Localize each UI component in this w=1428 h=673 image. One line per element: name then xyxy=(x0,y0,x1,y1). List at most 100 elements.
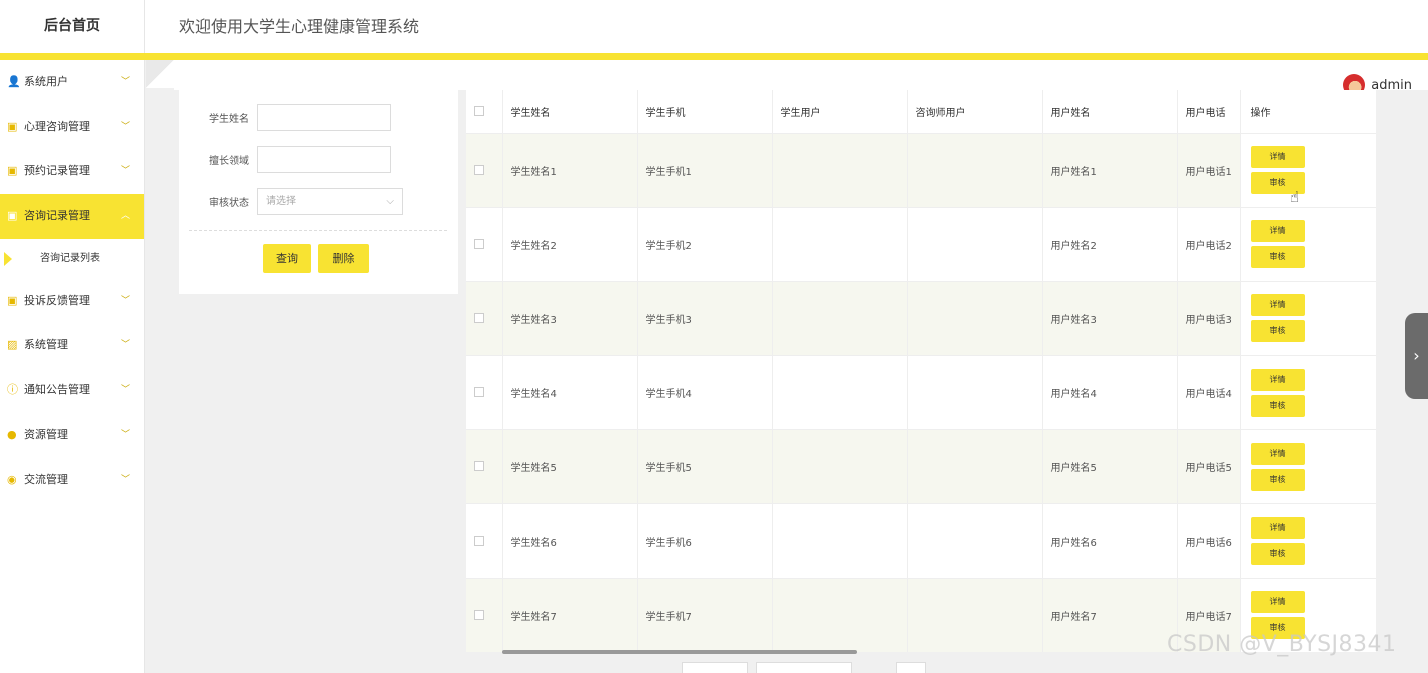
row-checkbox[interactable] xyxy=(474,461,484,472)
detail-button[interactable]: 详情 xyxy=(1250,146,1305,169)
table-cell: 学生姓名6 xyxy=(502,503,638,579)
page-size-select[interactable] xyxy=(682,662,748,673)
sidebar-toggle-corner[interactable] xyxy=(146,60,174,88)
table-cell: 用户电话1 xyxy=(1177,133,1241,208)
review-button[interactable]: 审核 xyxy=(1250,394,1305,417)
actions-cell: 详情 审核 xyxy=(1240,429,1376,505)
table-row: 学生姓名6 学生手机6 用户姓名6 用户电话6 详情 审核 xyxy=(466,503,1376,579)
chevron-down-icon: ﹀ xyxy=(120,77,130,87)
expertise-label: 擅长领域 xyxy=(209,155,249,167)
chat-icon: ◉ xyxy=(7,472,17,486)
user-icon: 👤 xyxy=(7,75,21,88)
review-status-select[interactable]: 请选择 ⌵ xyxy=(257,187,403,215)
review-button[interactable]: 审核 xyxy=(1250,246,1305,269)
table-row: 学生姓名1 学生手机1 用户姓名1 用户电话1 详情 审核 xyxy=(466,133,1376,208)
table-header-row: 学生姓名 学生手机 学生用户 咨询师用户 用户姓名 用户电话 操作 xyxy=(466,90,1376,134)
expertise-input[interactable] xyxy=(257,145,391,173)
chevron-down-icon: ⌵ xyxy=(386,195,394,207)
detail-button[interactable]: 详情 xyxy=(1250,517,1305,540)
detail-button[interactable]: 详情 xyxy=(1250,368,1305,391)
table-cell xyxy=(772,429,908,505)
sidebar-item[interactable]: ● 资源管理 ﹀ xyxy=(0,413,144,458)
query-button[interactable]: 查询 xyxy=(263,244,311,273)
review-button[interactable]: 审核 xyxy=(1250,468,1305,491)
detail-button[interactable]: 详情 xyxy=(1250,220,1305,243)
row-select-cell xyxy=(466,429,503,505)
table-cell: 用户姓名4 xyxy=(1042,355,1178,431)
caret-right-icon xyxy=(4,251,12,266)
table-cell: 学生手机5 xyxy=(637,429,773,505)
table-row: 学生姓名4 学生手机4 用户姓名4 用户电话4 详情 审核 xyxy=(466,355,1376,431)
detail-button[interactable]: 详情 xyxy=(1250,591,1305,614)
row-checkbox[interactable] xyxy=(474,535,484,546)
pagination xyxy=(640,662,926,673)
table-cell: 学生姓名2 xyxy=(502,207,638,282)
sidebar-subitem[interactable]: 咨询记录列表 xyxy=(0,239,144,279)
sidebar-item-label: 咨询记录管理 xyxy=(24,209,90,223)
sidebar-item[interactable]: ▣ 投诉反馈管理 ﹀ xyxy=(0,279,144,324)
sidebar-item-label: 系统管理 xyxy=(24,338,68,352)
sidebar-item[interactable]: ▣ 心理咨询管理 ﹀ xyxy=(0,105,144,150)
column-header: 操作 xyxy=(1240,90,1376,134)
sidebar-item[interactable]: ▨ 系统管理 ﹀ xyxy=(0,323,144,368)
review-button[interactable]: 审核 xyxy=(1250,543,1305,566)
sidebar-item-label: 预约记录管理 xyxy=(24,164,90,178)
chevron-right-icon[interactable]: › xyxy=(1405,313,1428,399)
username: admin xyxy=(1371,77,1412,93)
chevron-down-icon: ﹀ xyxy=(120,121,130,132)
table-cell: 学生手机6 xyxy=(637,503,773,579)
home-link[interactable]: 后台首页 xyxy=(0,0,145,53)
info-icon: ⓘ xyxy=(7,383,18,397)
table-cell: 学生姓名5 xyxy=(502,429,638,505)
column-header: 学生用户 xyxy=(772,90,908,134)
table-cell: 学生姓名4 xyxy=(502,355,638,431)
page-jump-input[interactable] xyxy=(896,662,926,673)
select-all-cell xyxy=(466,90,503,134)
records-table: 学生姓名 学生手机 学生用户 咨询师用户 用户姓名 用户电话 操作 学生姓名1 学… xyxy=(466,90,1376,652)
row-checkbox[interactable] xyxy=(474,387,484,398)
table-cell: 学生手机7 xyxy=(637,578,773,652)
row-select-cell xyxy=(466,207,503,282)
review-button[interactable]: 审核 xyxy=(1250,320,1305,343)
row-select-cell xyxy=(466,281,503,357)
table-cell xyxy=(907,429,1043,505)
select-all-checkbox[interactable] xyxy=(474,105,484,116)
row-checkbox[interactable] xyxy=(474,238,484,249)
table-cell: 学生姓名3 xyxy=(502,281,638,357)
horizontal-scrollbar[interactable] xyxy=(502,650,857,654)
row-checkbox[interactable] xyxy=(474,609,484,620)
row-checkbox[interactable] xyxy=(474,164,484,175)
chevron-up-icon: ︿ xyxy=(120,211,130,222)
table-cell xyxy=(907,207,1043,282)
page-buttons[interactable] xyxy=(756,662,852,673)
table-cell xyxy=(907,133,1043,208)
table-cell xyxy=(907,281,1043,357)
detail-button[interactable]: 详情 xyxy=(1250,442,1305,465)
sidebar-item-label: 通知公告管理 xyxy=(24,383,90,397)
review-status-label: 审核状态 xyxy=(209,197,249,209)
chevron-down-icon: ﹀ xyxy=(120,474,130,485)
delete-button[interactable]: 删除 xyxy=(318,244,369,273)
content-header xyxy=(174,60,1428,90)
sidebar-item[interactable]: ▣ 咨询记录管理 ︿ xyxy=(0,194,144,239)
actions-cell: 详情 审核 xyxy=(1240,503,1376,579)
actions-cell: 详情 审核 xyxy=(1240,133,1376,208)
sidebar-item[interactable]: 👤 系统用户 ﹀ xyxy=(0,60,144,105)
chevron-down-icon: ﹀ xyxy=(120,166,130,177)
table-cell: 用户电话5 xyxy=(1177,429,1241,505)
table-row: 学生姓名2 学生手机2 用户姓名2 用户电话2 详情 审核 xyxy=(466,207,1376,282)
actions-cell: 详情 审核 xyxy=(1240,281,1376,357)
column-header: 咨询师用户 xyxy=(907,90,1043,134)
hand-cursor-icon: ☝ xyxy=(1290,188,1300,206)
sidebar-item[interactable]: ⓘ 通知公告管理 ﹀ xyxy=(0,368,144,413)
note-icon: ▣ xyxy=(7,119,18,133)
sidebar-item[interactable]: ▣ 预约记录管理 ﹀ xyxy=(0,149,144,194)
student-name-label: 学生姓名 xyxy=(209,113,249,125)
column-header: 学生姓名 xyxy=(502,90,638,134)
student-name-input[interactable] xyxy=(257,103,391,131)
column-header: 学生手机 xyxy=(637,90,773,134)
table-cell xyxy=(907,578,1043,652)
sidebar-item[interactable]: ◉ 交流管理 ﹀ xyxy=(0,458,144,503)
detail-button[interactable]: 详情 xyxy=(1250,294,1305,317)
row-checkbox[interactable] xyxy=(474,312,484,323)
